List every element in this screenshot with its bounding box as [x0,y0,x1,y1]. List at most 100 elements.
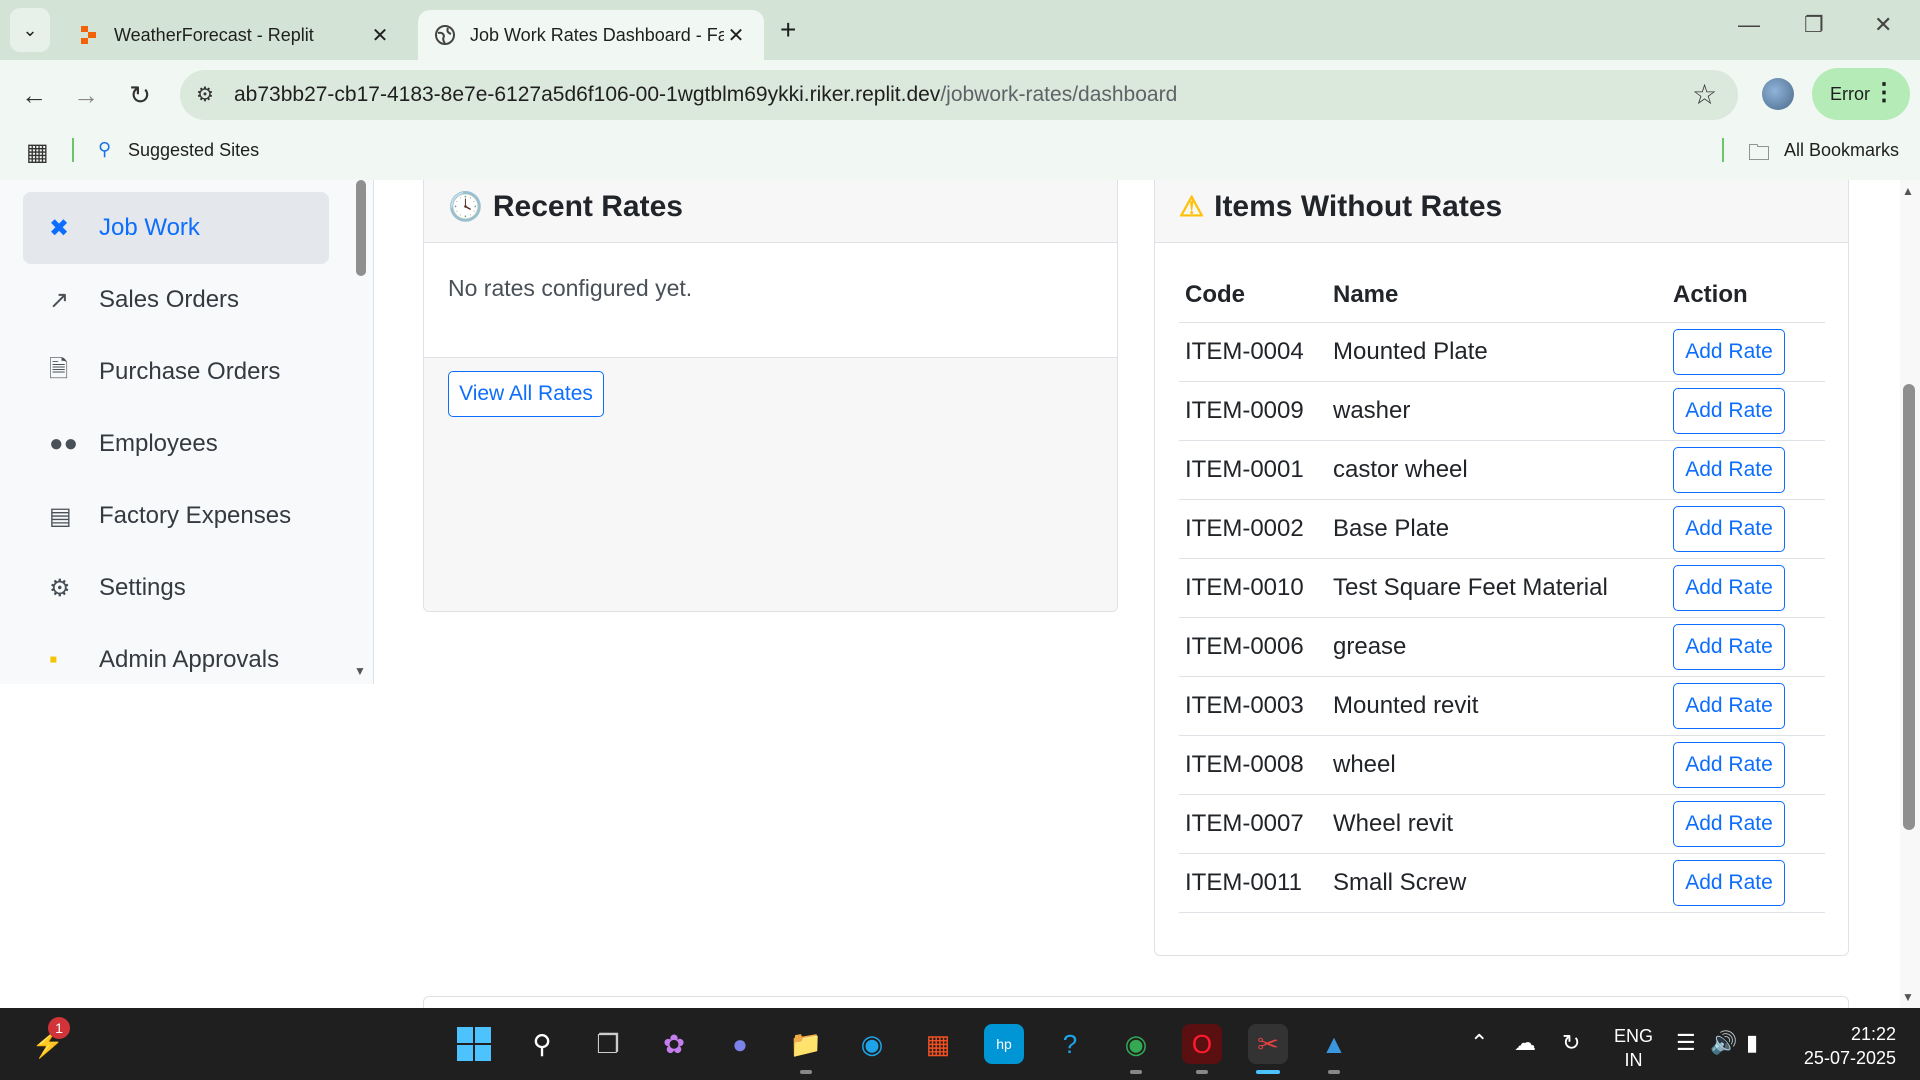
reload-icon[interactable]: ↻ [122,80,158,111]
add-rate-button[interactable]: Add Rate [1673,801,1785,847]
help-icon[interactable]: ? [1050,1024,1090,1064]
search-icon: ⚲ [98,139,112,159]
tab-search-button[interactable]: ⌄ [10,8,50,52]
add-rate-button[interactable]: Add Rate [1673,683,1785,729]
windows-start-icon[interactable] [454,1024,494,1064]
users-icon: ●● [49,430,78,457]
table-row: ITEM-0011 Small Screw Add Rate [1179,854,1825,913]
bookmark-star-icon[interactable]: ☆ [1692,78,1717,111]
add-rate-button[interactable]: Add Rate [1673,742,1785,788]
column-header-code: Code [1185,280,1245,308]
table-row: ITEM-0001 castor wheel Add Rate [1179,441,1825,500]
task-view-icon[interactable]: ❐ [588,1024,628,1064]
action-cell: Add Rate [1673,388,1825,434]
windows-logo-icon [457,1027,491,1061]
sidebar-item-factory-expenses[interactable]: ▤ Factory Expenses [23,480,329,552]
profile-error-label: Error [1830,83,1870,104]
app-active-indicator [1256,1070,1280,1074]
clock-time: 21:22 [1850,1024,1896,1044]
sidebar-item-purchase-orders[interactable]: 🗎 Purchase Orders [23,336,329,408]
search-icon[interactable]: ⚲ [522,1024,562,1064]
edge-icon[interactable]: ◉ [852,1024,892,1064]
site-settings-icon[interactable]: ⚙ [196,82,214,107]
tab-strip: ⌄ WeatherForecast - Replit ✕ Job Work Ra… [0,0,1920,60]
bookmark-suggested-sites[interactable]: Suggested Sites [128,140,259,161]
add-rate-button[interactable]: Add Rate [1673,388,1785,434]
item-code: ITEM-0004 [1185,338,1304,365]
chart-line-icon: ↗ [49,286,70,314]
sidebar-item-job-work[interactable]: ✖ Job Work [23,192,329,264]
myhp-icon[interactable]: hp [984,1024,1024,1064]
forward-arrow-icon[interactable]: → [68,80,104,111]
clock-date: 25-07-2025 [1803,1048,1896,1068]
add-rate-button[interactable]: Add Rate [1673,624,1785,670]
tab-weatherforecast[interactable]: WeatherForecast - Replit ✕ [62,10,408,60]
chrome-icon[interactable]: ◉ [1116,1024,1156,1064]
add-rate-button[interactable]: Add Rate [1673,565,1785,611]
sidebar-item-sales-orders[interactable]: ↗ Sales Orders [23,264,329,336]
scroll-up-icon[interactable]: ▲ [1902,184,1914,198]
scroll-down-icon[interactable]: ▼ [354,664,366,678]
item-name: Test Square Feet Material [1333,574,1608,601]
sidebar-item-settings[interactable]: ⚙ Settings [23,552,329,624]
tray-chevron-up-icon[interactable]: ⌃ [1470,1030,1488,1056]
item-name: Small Screw [1333,869,1467,896]
wifi-icon[interactable]: ☰ [1676,1030,1696,1056]
sidebar-item-label: Employees [99,430,218,457]
new-tab-plus-icon[interactable]: + [780,14,796,46]
view-all-rates-button[interactable]: View All Rates [448,371,604,417]
column-header-action: Action [1673,280,1748,308]
items-table: Code Name Action ITEM-0004 Mounted Plate A… [1179,267,1825,913]
apps-grid-icon[interactable]: ▦ [26,138,49,167]
file-invoice-icon: 🗎 [49,355,69,383]
add-rate-button[interactable]: Add Rate [1673,860,1785,906]
item-code: ITEM-0008 [1185,751,1304,778]
tab-job-work-rates[interactable]: Job Work Rates Dashboard - Fa ✕ [418,10,764,60]
snipping-tool-icon[interactable]: ✂ [1248,1024,1288,1064]
action-cell: Add Rate [1673,329,1825,375]
sidebar-item-admin-approvals[interactable]: ▪ Admin Approvals [23,624,329,696]
battery-icon[interactable]: ▮ [1746,1030,1758,1056]
sidebar-item-label: Sales Orders [99,286,240,313]
back-arrow-icon[interactable]: ← [16,80,52,111]
chevron-down-icon: ⌄ [22,19,38,40]
more-menu-icon[interactable]: ⋮ [1872,78,1896,107]
minimize-icon[interactable]: — [1738,12,1760,38]
add-rate-button[interactable]: Add Rate [1673,447,1785,493]
sidebar-item-employees[interactable]: ●● Employees [23,408,329,480]
file-explorer-icon[interactable]: 📁 [786,1024,826,1064]
url-text[interactable]: ab73bb27-cb17-4183-8e7e-6127a5d6f106-00-… [234,83,1177,107]
copilot-icon[interactable]: ✿ [654,1024,694,1064]
microsoft-store-icon[interactable]: ▦ [918,1024,958,1064]
sync-icon[interactable]: ↻ [1562,1030,1580,1056]
sidebar-scrollbar[interactable] [356,180,366,276]
page-scrollbar-thumb[interactable] [1903,384,1915,830]
clipboard-check-icon: ▪ [49,646,58,673]
item-code: ITEM-0007 [1185,810,1304,837]
close-tab-icon[interactable]: ✕ [724,23,748,48]
onedrive-icon[interactable]: ☁ [1514,1030,1536,1056]
sidebar-item-label: Purchase Orders [99,358,281,385]
items-without-rates-header: ⚠ Items Without Rates [1155,180,1848,243]
clock[interactable]: 21:22 25-07-2025 [1796,1022,1896,1070]
teams-icon[interactable]: ● [720,1024,760,1064]
add-rate-button[interactable]: Add Rate [1673,329,1785,375]
item-code: ITEM-0001 [1185,456,1304,483]
add-rate-button[interactable]: Add Rate [1673,506,1785,552]
close-tab-icon[interactable]: ✕ [368,23,392,48]
all-bookmarks-link[interactable]: All Bookmarks [1784,140,1899,161]
photos-icon[interactable]: ▲ [1314,1024,1354,1064]
scroll-down-icon[interactable]: ▼ [1902,990,1914,1004]
item-name: castor wheel [1333,456,1468,483]
item-name: Base Plate [1333,515,1450,542]
item-code: ITEM-0006 [1185,633,1304,660]
profile-avatar[interactable] [1762,78,1794,110]
volume-icon[interactable]: 🔊 [1710,1030,1737,1056]
restore-icon[interactable]: ❐ [1804,12,1824,38]
profile-error-button[interactable]: Error ⋮ [1812,68,1910,120]
opera-icon[interactable]: O [1182,1024,1222,1064]
bookmark-separator [1722,138,1724,162]
language-indicator[interactable]: ENG IN [1614,1024,1653,1072]
close-window-icon[interactable]: ✕ [1874,12,1892,38]
url-host: ab73bb27-cb17-4183-8e7e-6127a5d6f106-00-… [234,83,941,106]
